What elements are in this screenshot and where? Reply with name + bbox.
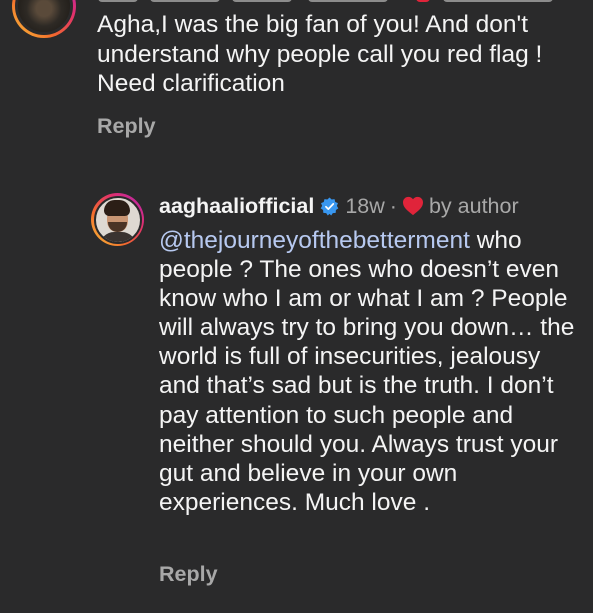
parent-reply-button[interactable]: Reply [97,114,156,139]
reply-meta: aaghaaliofficial 18w · by author [159,191,519,221]
author-reply-button[interactable]: Reply [159,562,218,587]
comments-thread: Agha,I was the big fan of you! And don't… [0,0,593,613]
mention-link[interactable]: @thejourneyofthebetterment [159,227,470,254]
clipped-header-line [98,0,568,6]
parent-comment-text: Agha,I was the big fan of you! And don't… [97,11,543,97]
reply-comment-text: @thejourneyofthebetterment who people ? … [159,226,584,517]
heart-icon [402,196,423,216]
verified-badge-icon [321,196,339,216]
meta-separator: · [389,193,397,218]
reply-body: who people ? The ones who doesn’t even k… [159,227,575,516]
reply-timestamp: 18w [345,193,385,218]
liked-by-author-label: by author [428,193,519,218]
author-username[interactable]: aaghaaliofficial [159,194,314,219]
author-avatar[interactable] [91,193,144,246]
commenter-avatar[interactable] [12,0,76,38]
